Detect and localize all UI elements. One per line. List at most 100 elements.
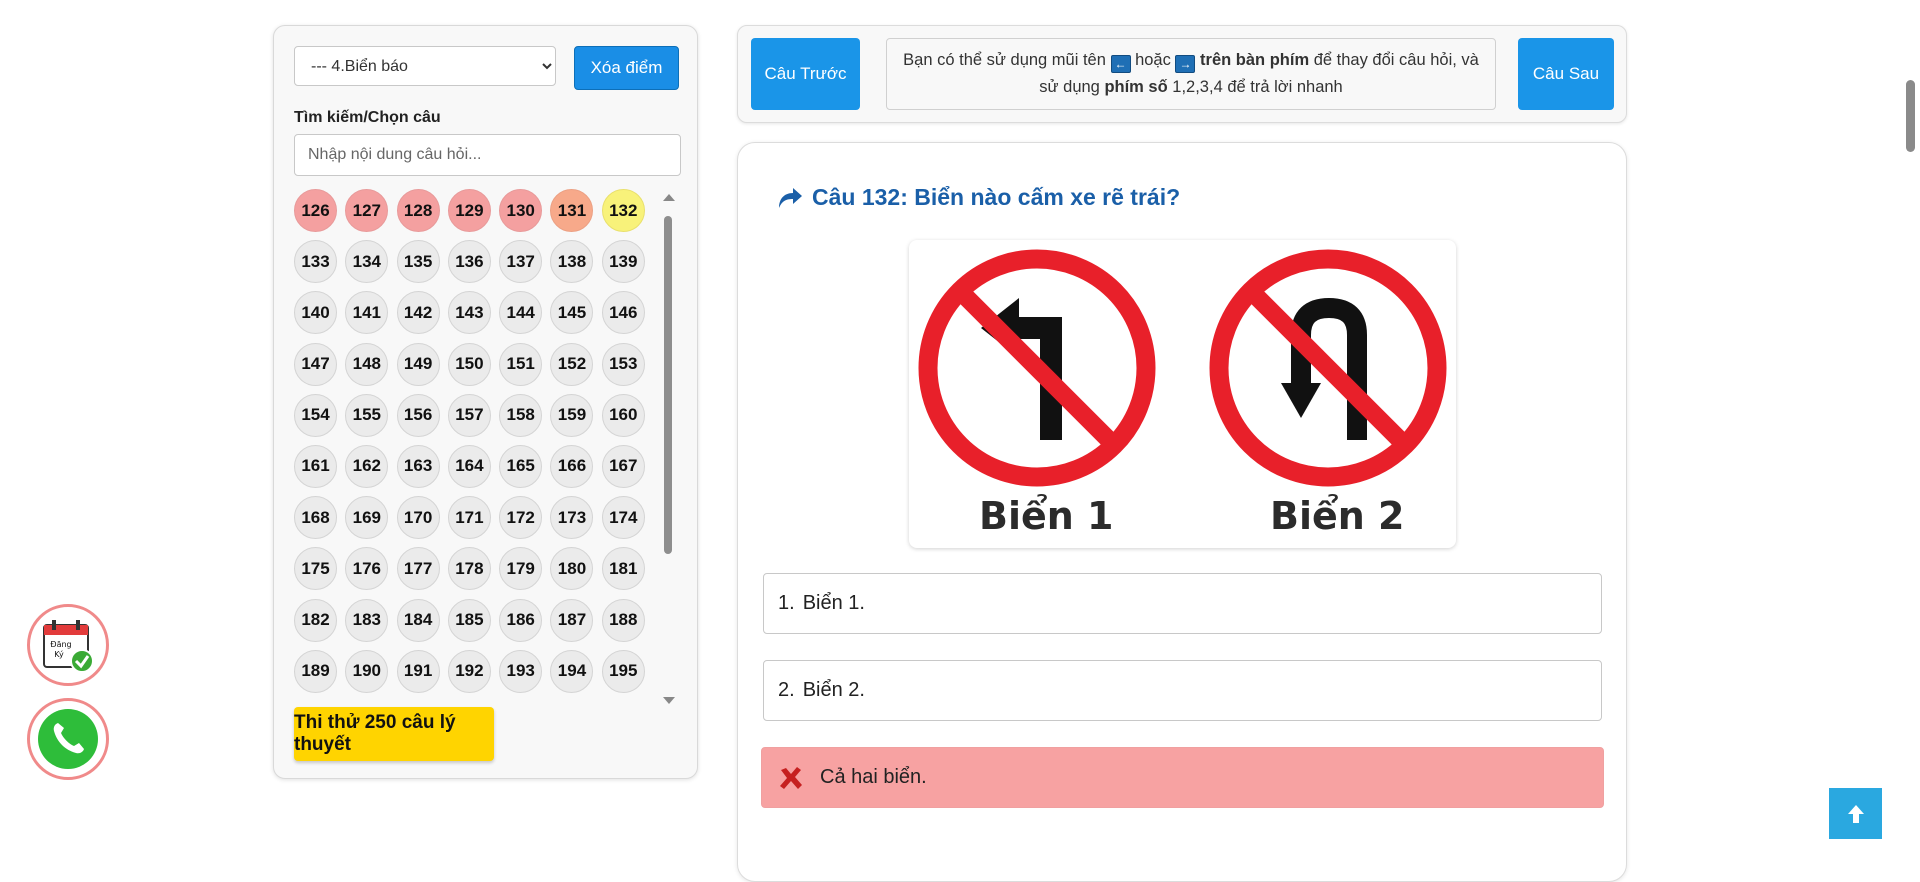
question-number-193[interactable]: 193 xyxy=(499,649,543,693)
question-number-178[interactable]: 178 xyxy=(447,547,491,591)
keyboard-hint: Bạn có thể sử dụng mũi tên ← hoặc → trên… xyxy=(886,38,1496,110)
answer-number: 1. xyxy=(778,592,795,614)
search-label: Tìm kiếm/Chọn câu xyxy=(294,109,441,126)
question-number-136[interactable]: 136 xyxy=(447,240,491,284)
topic-select[interactable]: --- 4.Biển báo xyxy=(294,46,556,86)
question-number-152[interactable]: 152 xyxy=(550,342,594,386)
question-number-170[interactable]: 170 xyxy=(396,496,440,540)
question-number-134[interactable]: 134 xyxy=(345,240,389,284)
question-number-131[interactable]: 131 xyxy=(550,189,594,232)
register-label-2: Ký xyxy=(54,650,64,659)
question-number-182[interactable]: 182 xyxy=(294,598,337,642)
answer-option-2[interactable]: 2. Biển 2. xyxy=(763,660,1602,721)
question-number-137[interactable]: 137 xyxy=(499,240,543,284)
question-number-144[interactable]: 144 xyxy=(499,291,543,335)
back-to-top-button[interactable] xyxy=(1829,788,1882,839)
keyboard-hint-text: Bạn có thể sử dụng mũi tên ← hoặc → trên… xyxy=(897,47,1485,101)
question-number-186[interactable]: 186 xyxy=(499,598,543,642)
question-grid-scrollbar[interactable] xyxy=(662,194,675,704)
question-number-129[interactable]: 129 xyxy=(447,189,491,232)
previous-question-button[interactable]: Câu Trước xyxy=(751,38,860,110)
question-number-188[interactable]: 188 xyxy=(601,598,645,642)
question-number-156[interactable]: 156 xyxy=(396,393,440,437)
question-number-141[interactable]: 141 xyxy=(345,291,389,335)
question-number-163[interactable]: 163 xyxy=(396,444,440,488)
question-number-184[interactable]: 184 xyxy=(396,598,440,642)
question-number-157[interactable]: 157 xyxy=(447,393,491,437)
question-number-172[interactable]: 172 xyxy=(499,496,543,540)
question-number-158[interactable]: 158 xyxy=(499,393,543,437)
hint-text-1: Bạn có thể sử dụng mũi tên xyxy=(903,51,1111,69)
answer-text: Cả hai biển. xyxy=(820,766,927,788)
question-search-input[interactable] xyxy=(294,134,681,176)
question-number-133[interactable]: 133 xyxy=(294,240,337,284)
question-number-168[interactable]: 168 xyxy=(294,496,337,540)
question-number-180[interactable]: 180 xyxy=(550,547,594,591)
answer-option-3-wrong[interactable]: Cả hai biển. xyxy=(761,747,1604,808)
question-number-174[interactable]: 174 xyxy=(601,496,645,540)
question-number-179[interactable]: 179 xyxy=(499,547,543,591)
question-number-126[interactable]: 126 xyxy=(294,189,337,232)
question-number-175[interactable]: 175 xyxy=(294,547,337,591)
question-number-138[interactable]: 138 xyxy=(550,240,594,284)
question-number-176[interactable]: 176 xyxy=(345,547,389,591)
question-number-171[interactable]: 171 xyxy=(447,496,491,540)
question-number-139[interactable]: 139 xyxy=(601,240,645,284)
question-number-177[interactable]: 177 xyxy=(396,547,440,591)
question-number-160[interactable]: 160 xyxy=(601,393,645,437)
question-number-167[interactable]: 167 xyxy=(601,444,645,488)
question-number-194[interactable]: 194 xyxy=(550,649,594,693)
question-number-145[interactable]: 145 xyxy=(550,291,594,335)
phone-call-button[interactable] xyxy=(27,698,109,780)
register-calendar-button[interactable]: Đăng Ký xyxy=(27,604,109,686)
question-number-149[interactable]: 149 xyxy=(396,342,440,386)
question-number-164[interactable]: 164 xyxy=(447,444,491,488)
question-number-190[interactable]: 190 xyxy=(345,649,389,693)
question-number-195[interactable]: 195 xyxy=(601,649,645,693)
answer-number: 2. xyxy=(778,679,795,701)
question-number-155[interactable]: 155 xyxy=(345,393,389,437)
question-number-150[interactable]: 150 xyxy=(447,342,491,386)
hint-text-5: 1,2,3,4 để trả lời nhanh xyxy=(1167,78,1343,96)
question-number-162[interactable]: 162 xyxy=(345,444,389,488)
no-left-turn-sign-icon xyxy=(918,249,1156,487)
question-number-146[interactable]: 146 xyxy=(601,291,645,335)
question-nav-bar: Câu Trước Bạn có thể sử dụng mũi tên ← h… xyxy=(737,25,1627,123)
question-number-143[interactable]: 143 xyxy=(447,291,491,335)
scrollbar-thumb[interactable] xyxy=(664,216,672,554)
question-number-169[interactable]: 169 xyxy=(345,496,389,540)
question-number-153[interactable]: 153 xyxy=(601,342,645,386)
question-number-148[interactable]: 148 xyxy=(345,342,389,386)
question-number-127[interactable]: 127 xyxy=(345,189,389,232)
mock-test-button[interactable]: Thi thử 250 câu lý thuyết xyxy=(294,707,494,761)
answer-option-1[interactable]: 1. Biển 1. xyxy=(763,573,1602,634)
question-number-140[interactable]: 140 xyxy=(294,291,337,335)
sign-2-label: Biển 2 xyxy=(1270,494,1405,538)
question-number-142[interactable]: 142 xyxy=(396,291,440,335)
question-number-173[interactable]: 173 xyxy=(550,496,594,540)
question-number-130[interactable]: 130 xyxy=(499,189,543,232)
question-number-165[interactable]: 165 xyxy=(499,444,543,488)
question-number-189[interactable]: 189 xyxy=(294,649,337,693)
question-number-181[interactable]: 181 xyxy=(601,547,645,591)
right-arrow-key-icon: → xyxy=(1175,55,1196,73)
clear-score-button[interactable]: Xóa điểm xyxy=(574,46,679,90)
scroll-up-arrow-icon[interactable] xyxy=(663,194,675,201)
question-number-187[interactable]: 187 xyxy=(550,598,594,642)
question-number-135[interactable]: 135 xyxy=(396,240,440,284)
question-number-128[interactable]: 128 xyxy=(396,189,440,232)
question-number-159[interactable]: 159 xyxy=(550,393,594,437)
page-scrollbar-thumb[interactable] xyxy=(1906,80,1915,152)
question-number-183[interactable]: 183 xyxy=(345,598,389,642)
question-number-192[interactable]: 192 xyxy=(447,649,491,693)
question-number-166[interactable]: 166 xyxy=(550,444,594,488)
question-number-161[interactable]: 161 xyxy=(294,444,337,488)
question-number-154[interactable]: 154 xyxy=(294,393,337,437)
question-number-151[interactable]: 151 xyxy=(499,342,543,386)
next-question-button[interactable]: Câu Sau xyxy=(1518,38,1614,110)
question-number-185[interactable]: 185 xyxy=(447,598,491,642)
question-number-191[interactable]: 191 xyxy=(396,649,440,693)
scroll-down-arrow-icon[interactable] xyxy=(663,697,675,704)
question-number-147[interactable]: 147 xyxy=(294,342,337,386)
question-number-132[interactable]: 132 xyxy=(601,189,645,232)
